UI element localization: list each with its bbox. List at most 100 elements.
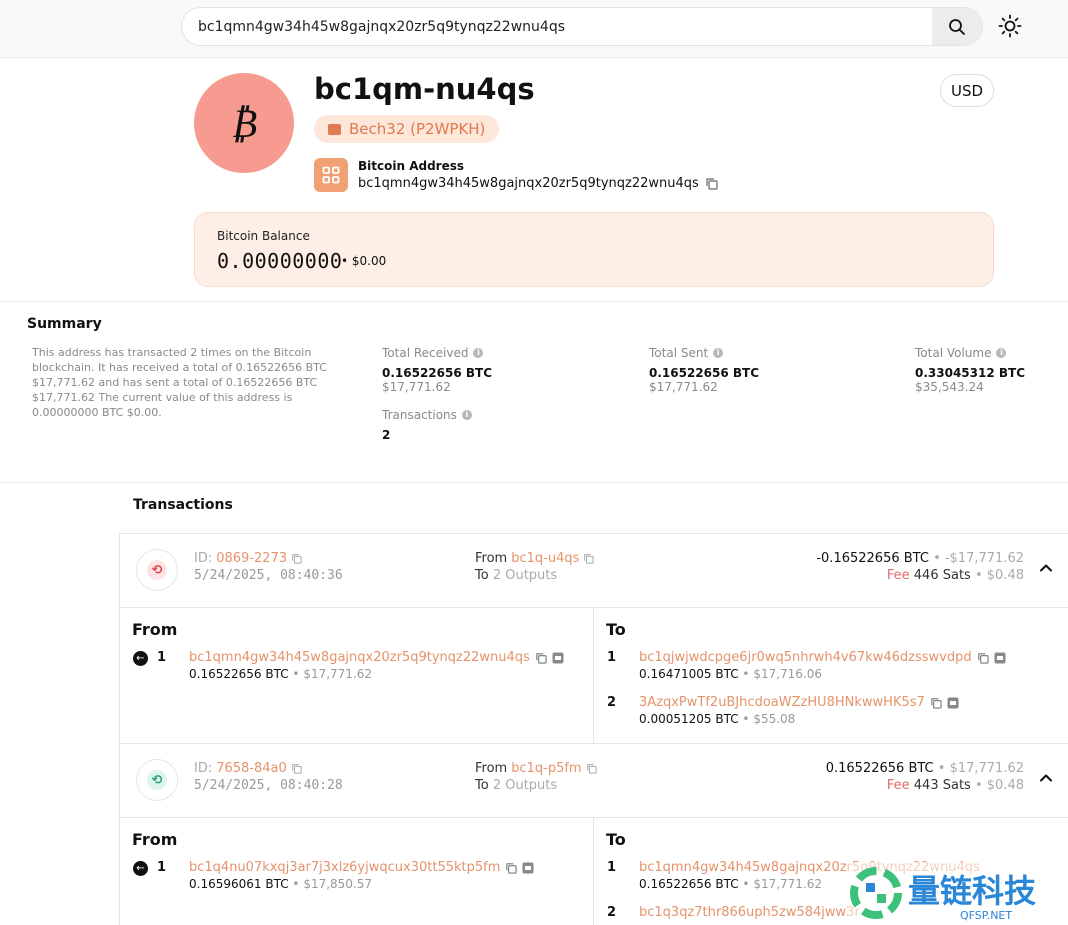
transaction-date: 5/24/2025, 08:40:36 <box>194 568 343 583</box>
fee-sats: 446 Sats <box>913 568 971 583</box>
bitcoin-glyph: ₿ <box>230 100 258 147</box>
input-address: bc1q4nu07kxqj3ar7j3xlz6yjwqcux30tt55ktp5… <box>189 860 534 875</box>
summary-title: Summary <box>27 316 102 332</box>
fee-fiat: • $0.48 <box>974 778 1024 793</box>
input-amount: 0.16522656 BTC • $17,771.62 <box>189 667 372 681</box>
transaction-amount: 0.16522656 BTC • $17,771.62 <box>826 761 1024 776</box>
total-sent-fiat: $17,771.62 <box>649 380 718 394</box>
info-icon[interactable]: i <box>473 348 484 358</box>
total-sent-stat: Total Sent i 0.16522656 BTC $17,771.62 <box>649 346 759 394</box>
copy-icon[interactable] <box>977 652 989 664</box>
to-label: To <box>475 568 489 583</box>
output-address: bc1q3qz7thr866uph5zw584jww3r <box>639 905 860 920</box>
output-btc: 0.16522656 BTC <box>639 877 739 891</box>
copy-icon[interactable] <box>705 177 718 190</box>
inputs-title: From <box>132 620 178 639</box>
copy-icon[interactable] <box>291 553 302 564</box>
full-address: bc1qmn4gw34h45w8gajnqx20zr5q9tynqz22wnu4… <box>358 176 718 191</box>
address-label: Bitcoin Address <box>358 159 464 173</box>
transactions-count-label: Transactions <box>382 408 457 422</box>
info-icon[interactable]: i <box>461 410 472 420</box>
transaction-header[interactable]: ⟲ ID: 7658-84a0 5/24/2025, 08:40:28 From… <box>120 744 1068 818</box>
output-fiat: • $55.08 <box>742 712 796 726</box>
transaction-card: ⟲ ID: 0869-2273 5/24/2025, 08:40:36 From… <box>119 533 1068 745</box>
copy-icon[interactable] <box>583 553 595 564</box>
copy-icon[interactable] <box>505 862 518 874</box>
to-outputs: 2 Outputs <box>492 568 558 583</box>
divider <box>0 301 1068 302</box>
qr-code-button[interactable] <box>314 158 348 192</box>
from-address-link[interactable]: bc1q-p5fm <box>511 761 581 776</box>
wallet-icon <box>328 123 341 135</box>
explorer-icon[interactable] <box>552 652 564 664</box>
output-address-link[interactable]: bc1qjwjwdcpge6jr0wq5nhrwh4v67kw46dzsswvd… <box>639 650 972 665</box>
transaction-from: From bc1q-p5fm <box>475 761 597 776</box>
chevron-up-icon[interactable] <box>1038 560 1054 576</box>
output-address-link[interactable]: bc1q3qz7thr866uph5zw584jww3r <box>639 905 860 920</box>
total-received-fiat: $17,771.62 <box>382 380 451 394</box>
output-amount: 0.16471005 BTC • $17,716.06 <box>639 667 822 681</box>
input-amount: 0.16596061 BTC • $17,850.57 <box>189 877 372 891</box>
search-icon <box>949 18 965 35</box>
transaction-fee: Fee 446 Sats • $0.48 <box>887 568 1024 583</box>
search-button[interactable] <box>932 8 982 45</box>
from-address-link[interactable]: bc1q-u4qs <box>511 551 579 566</box>
copy-icon[interactable] <box>930 697 942 709</box>
info-icon[interactable]: i <box>713 348 724 358</box>
input-address-link[interactable]: bc1qmn4gw34h45w8gajnqx20zr5q9tynqz22wnu4… <box>189 650 530 665</box>
output-index: 2 <box>607 905 617 920</box>
watermark-sub: QFSP.NET <box>960 909 1012 922</box>
address-title: bc1qm-nu4qs <box>314 72 535 106</box>
copy-icon[interactable] <box>291 763 302 774</box>
back-arrow-icon[interactable]: ← <box>133 651 148 666</box>
from-label: From <box>475 551 508 566</box>
search-input[interactable] <box>198 8 928 45</box>
watermark-logo: 量链科技 QFSP.NET <box>848 862 1068 925</box>
explorer-icon[interactable] <box>947 697 959 709</box>
chevron-up-icon[interactable] <box>1038 770 1054 786</box>
input-fiat: • $17,850.57 <box>292 877 373 891</box>
transaction-header[interactable]: ⟲ ID: 0869-2273 5/24/2025, 08:40:36 From… <box>120 534 1068 608</box>
explorer-icon[interactable] <box>994 652 1006 664</box>
transaction-to: To 2 Outputs <box>475 778 557 793</box>
transaction-to: To 2 Outputs <box>475 568 557 583</box>
output-fiat: • $17,771.62 <box>742 877 823 891</box>
amount-fiat: • -$17,771.62 <box>933 551 1024 566</box>
qr-code-icon <box>322 166 340 184</box>
input-index: 1 <box>157 650 167 665</box>
currency-toggle-button[interactable]: USD <box>940 74 994 107</box>
total-sent-btc: 0.16522656 BTC <box>649 366 760 380</box>
output-btc: 0.00051205 BTC <box>639 712 739 726</box>
explorer-icon[interactable] <box>522 862 534 874</box>
amount-fiat: • $17,771.62 <box>937 761 1024 776</box>
transaction-icon: ⟲ <box>136 549 178 591</box>
search-bar <box>181 7 983 46</box>
output-amount: 0.00051205 BTC • $55.08 <box>639 712 795 726</box>
to-label: To <box>475 778 489 793</box>
copy-icon[interactable] <box>586 763 597 774</box>
inputs-title: From <box>132 830 178 849</box>
transactions-count-value: 2 <box>382 428 391 442</box>
transaction-id-link[interactable]: 7658-84a0 <box>216 761 287 776</box>
amount-btc: 0.16522656 BTC <box>825 761 934 776</box>
outgoing-swap-icon: ⟲ <box>147 560 167 580</box>
input-btc: 0.16596061 BTC <box>189 877 289 891</box>
address-type-badge: Bech32 (P2WPKH) <box>314 115 500 143</box>
watermark-text: 量链科技 <box>908 872 1036 910</box>
info-icon[interactable]: i <box>996 348 1007 358</box>
back-arrow-icon[interactable]: ← <box>133 861 148 876</box>
input-btc: 0.16522656 BTC <box>189 667 289 681</box>
output-fiat: • $17,716.06 <box>742 667 823 681</box>
transactions-count-stat: Transactions i 2 <box>382 408 472 442</box>
amount-btc: -0.16522656 BTC <box>816 551 929 566</box>
transaction-id-link[interactable]: 0869-2273 <box>216 551 287 566</box>
input-address-link[interactable]: bc1q4nu07kxqj3ar7j3xlz6yjwqcux30tt55ktp5… <box>189 860 500 875</box>
outputs-title: To <box>606 620 626 639</box>
theme-toggle-sun-icon[interactable] <box>998 14 1022 38</box>
divider <box>0 482 1068 483</box>
address-type-label: Bech32 (P2WPKH) <box>349 120 486 138</box>
copy-icon[interactable] <box>535 652 547 664</box>
total-received-label: Total Received <box>382 346 469 360</box>
output-address-link[interactable]: 3AzqxPwTf2uBJhcdoaWZzHU8HNkwwHK5s7 <box>639 695 925 710</box>
input-fiat: • $17,771.62 <box>292 667 373 681</box>
